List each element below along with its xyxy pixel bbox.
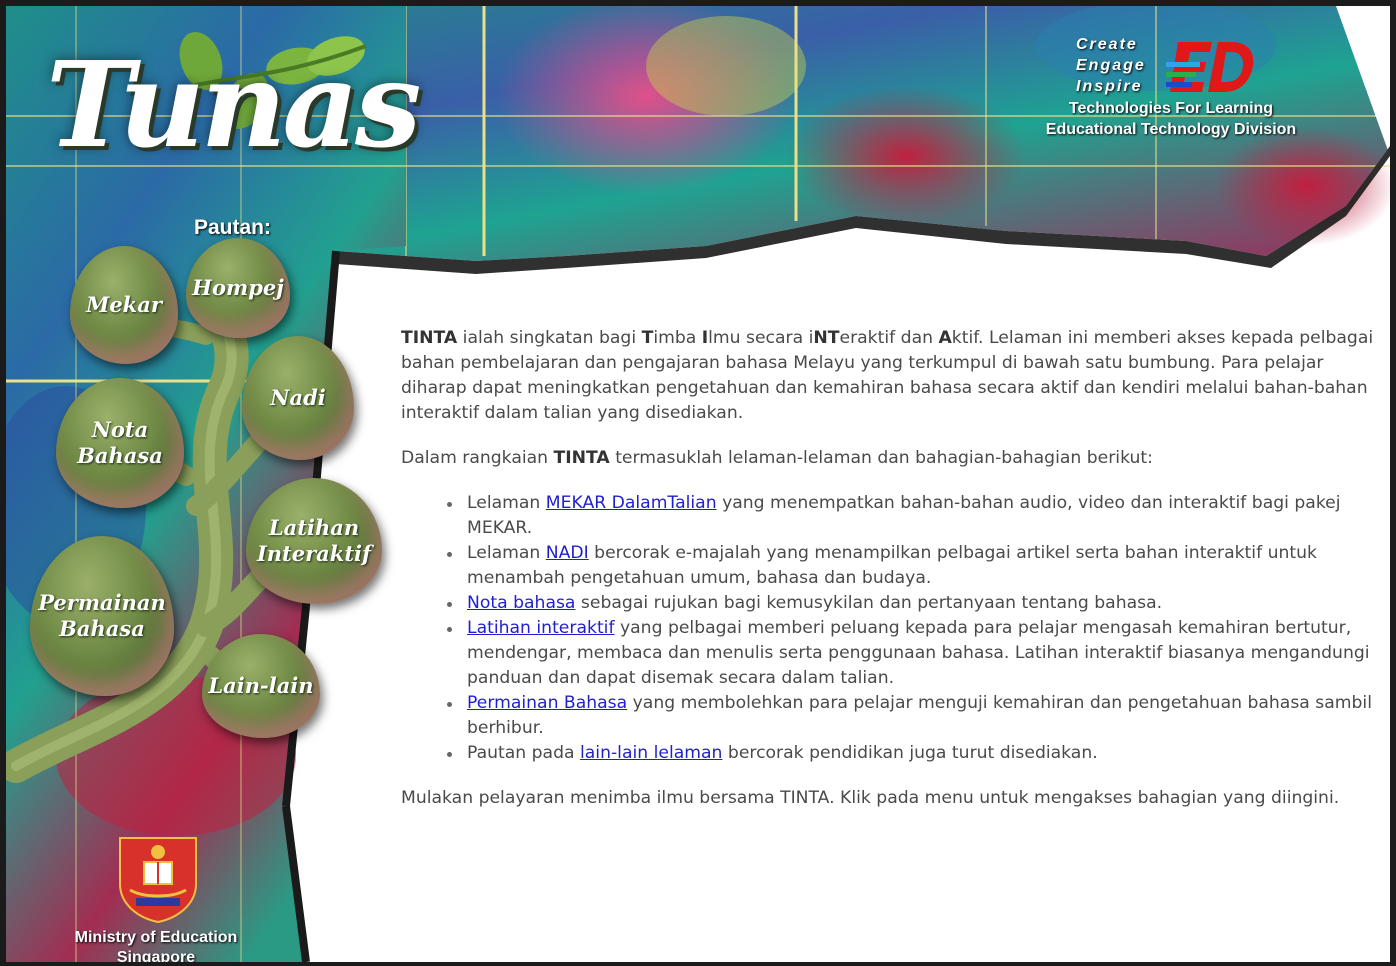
series-paragraph: Dalam rangkaian TINTA termasuklah lelama… (401, 446, 1381, 471)
intro-paragraph: TINTA ialah singkatan bagi Timba Ilmu se… (401, 326, 1381, 426)
text: eraktif dan (839, 328, 939, 348)
nadi-link[interactable]: NADI (546, 543, 589, 563)
list-item: Lelaman MEKAR DalamTalian yang menempatk… (447, 491, 1381, 541)
sidebar-item-label: Permainan Bahasa (38, 589, 166, 641)
text: Dalam rangkaian (401, 448, 554, 468)
sidebar-item-label: Mekar (86, 291, 162, 317)
sidebar-item-label: Nota Bahasa (77, 416, 163, 468)
edtech-division: Educational Technology Division (1045, 121, 1297, 138)
ed-logo-text: ED (1211, 75, 1213, 77)
list-item: Lelaman NADI bercorak e-majalah yang men… (447, 541, 1381, 591)
list-item: Pautan pada lain-lain lelaman bercorak p… (447, 741, 1381, 766)
ed-logo-icon: ED (1166, 42, 1254, 92)
page-frame: Tunas Pautan: Mekar Hompej Nadi Nota Bah… (6, 6, 1390, 962)
closing-paragraph: Mulakan pelayaran menimba ilmu bersama T… (401, 788, 1340, 808)
lain-lain-lelaman-link[interactable]: lain-lain lelaman (580, 743, 722, 763)
mekar-link[interactable]: MEKAR DalamTalian (546, 493, 717, 513)
list-item: Permainan Bahasa yang membolehkan para p… (447, 691, 1381, 741)
bold-text: T (641, 328, 654, 348)
ministry-line1: Ministry of Education (74, 929, 238, 946)
create-engage-inspire-tagline: Create Engage Inspire (1076, 34, 1146, 97)
tagline-engage: Engage (1076, 57, 1146, 74)
main-content: TINTA ialah singkatan bagi Timba Ilmu se… (401, 326, 1381, 811)
tagline-create: Create (1076, 36, 1138, 53)
list-item: Latihan interaktif yang pelbagai memberi… (447, 616, 1381, 691)
text: imba (653, 328, 702, 348)
tunas-logo[interactable]: Tunas (46, 46, 421, 164)
sidebar-heading: Pautan: (194, 216, 272, 239)
latihan-interaktif-link[interactable]: Latihan interaktif (467, 618, 615, 638)
sidebar-item-label: Hompej (192, 274, 284, 300)
text: Lelaman (467, 543, 546, 563)
text: Lelaman (467, 493, 546, 513)
ministry-line2: Singapore (116, 949, 196, 962)
tagline-inspire: Inspire (1076, 78, 1143, 95)
sidebar-item-label: Latihan Interaktif (256, 514, 372, 566)
sidebar-item-label: Nadi (270, 384, 326, 410)
site-list: Lelaman MEKAR DalamTalian yang menempatk… (401, 491, 1381, 766)
text: bercorak pendidikan juga turut disediaka… (722, 743, 1098, 763)
crest-icon (119, 837, 197, 924)
text: sebagai rujukan bagi kemusykilan dan per… (575, 593, 1163, 613)
ministry-label: Ministry of Education Singapore (36, 928, 276, 962)
sidebar-item-label: Lain-lain (208, 672, 314, 698)
text: lmu secara i (708, 328, 814, 348)
text: termasuklah lelaman-lelaman dan bahagian… (609, 448, 1153, 468)
bold-text: NT (813, 328, 840, 348)
permainan-bahasa-link[interactable]: Permainan Bahasa (467, 693, 627, 713)
list-item: Nota bahasa sebagai rujukan bagi kemusyk… (447, 591, 1381, 616)
text: ialah singkatan bagi (457, 328, 642, 348)
text: bercorak e-majalah yang menampilkan pelb… (467, 543, 1317, 588)
tech-for-learning: Technologies For Learning (1068, 100, 1274, 117)
bold-text: TINTA (401, 328, 458, 348)
text: Pautan pada (467, 743, 580, 763)
nota-bahasa-link[interactable]: Nota bahasa (467, 593, 575, 613)
bold-text: A (938, 328, 952, 348)
bold-text: TINTA (553, 448, 610, 468)
division-name: Technologies For Learning Educational Te… (1026, 98, 1316, 140)
